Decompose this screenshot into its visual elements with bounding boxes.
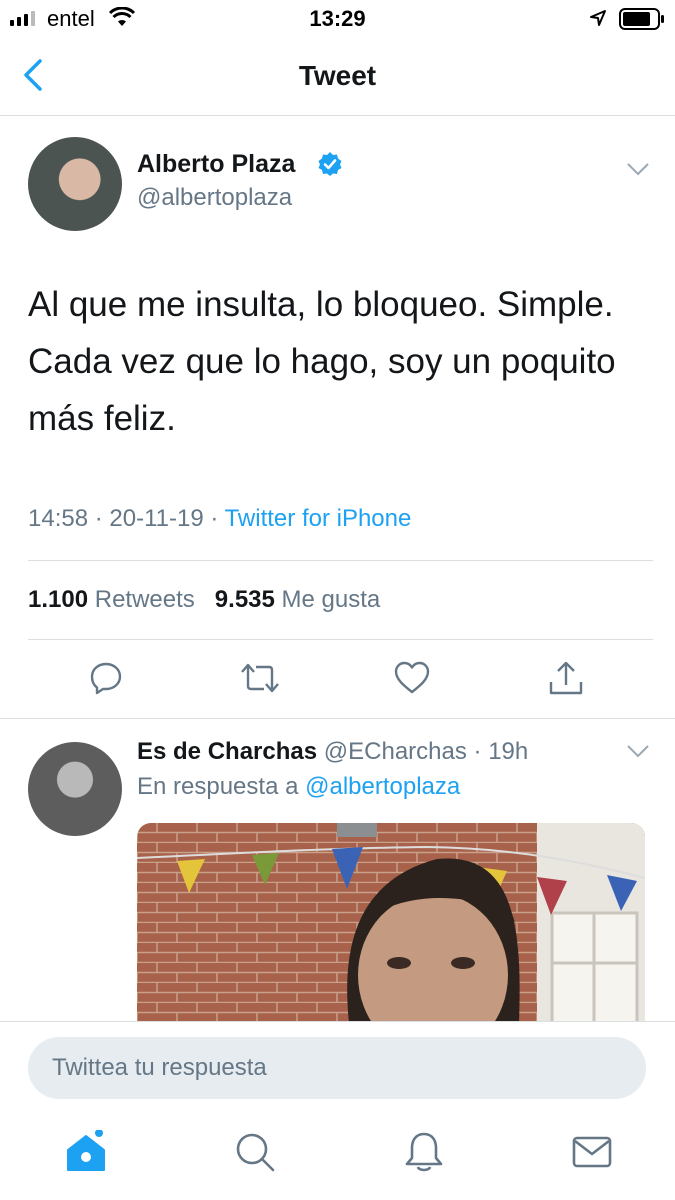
- location-arrow-icon: [590, 10, 606, 26]
- retweet-icon[interactable]: [240, 660, 280, 696]
- author-handle[interactable]: @albertoplaza: [137, 184, 292, 212]
- chevron-down-icon[interactable]: [626, 744, 650, 758]
- tweet-date: 20-11-19: [109, 505, 204, 532]
- like-count: 9.535: [214, 586, 275, 613]
- author-avatar[interactable]: [28, 137, 122, 231]
- replying-to-label: En respuesta a: [137, 773, 299, 800]
- tweet-source-link[interactable]: Twitter for iPhone: [225, 505, 412, 532]
- reply-header: Es de Charchas @ECharchas · 19h: [137, 738, 529, 765]
- tweet-text: Al que me insulta, lo bloqueo. Simple. C…: [28, 285, 616, 438]
- share-icon[interactable]: [547, 660, 585, 698]
- clock: 13:29: [309, 6, 366, 31]
- reply-author-name[interactable]: Es de Charchas: [137, 738, 317, 765]
- like-icon[interactable]: [393, 660, 431, 696]
- tweet-time: 14:58: [28, 505, 89, 532]
- author-name[interactable]: Alberto Plaza: [137, 150, 295, 179]
- navigation-bar: Tweet: [0, 38, 675, 116]
- tweet-meta: 14:58 · 20-11-19 · Twitter for iPhone: [28, 505, 412, 532]
- home-icon[interactable]: [64, 1130, 108, 1174]
- search-icon[interactable]: [233, 1130, 277, 1174]
- chevron-down-icon[interactable]: [626, 162, 650, 176]
- reply-icon[interactable]: [88, 660, 124, 696]
- retweet-stat[interactable]: 1.100 Retweets: [28, 586, 195, 613]
- like-stat[interactable]: 9.535 Me gusta: [215, 586, 380, 613]
- messages-icon[interactable]: [570, 1130, 614, 1174]
- reply-media-image[interactable]: [137, 823, 645, 1023]
- reply-author-avatar[interactable]: [28, 742, 122, 836]
- notifications-icon[interactable]: [402, 1130, 446, 1174]
- reply-age: 19h: [488, 738, 529, 765]
- retweet-label: Retweets: [94, 586, 195, 613]
- tweet-stats: 1.100 Retweets 9.535 Me gusta: [28, 586, 380, 614]
- like-label: Me gusta: [281, 586, 381, 613]
- divider: [28, 639, 653, 640]
- divider: [28, 560, 653, 561]
- verified-badge-icon: [318, 152, 342, 176]
- replying-to: En respuesta a @albertoplaza: [137, 773, 460, 801]
- retweet-count: 1.100: [28, 586, 89, 613]
- replying-to-mention[interactable]: @albertoplaza: [305, 773, 460, 800]
- status-bar: entel 13:29: [0, 0, 675, 38]
- reply-input[interactable]: Twittea tu respuesta: [28, 1037, 646, 1099]
- battery-icon: [619, 8, 664, 30]
- reply-author-handle[interactable]: @ECharchas: [324, 738, 467, 765]
- page-title: Tweet: [298, 60, 377, 91]
- divider: [0, 718, 675, 719]
